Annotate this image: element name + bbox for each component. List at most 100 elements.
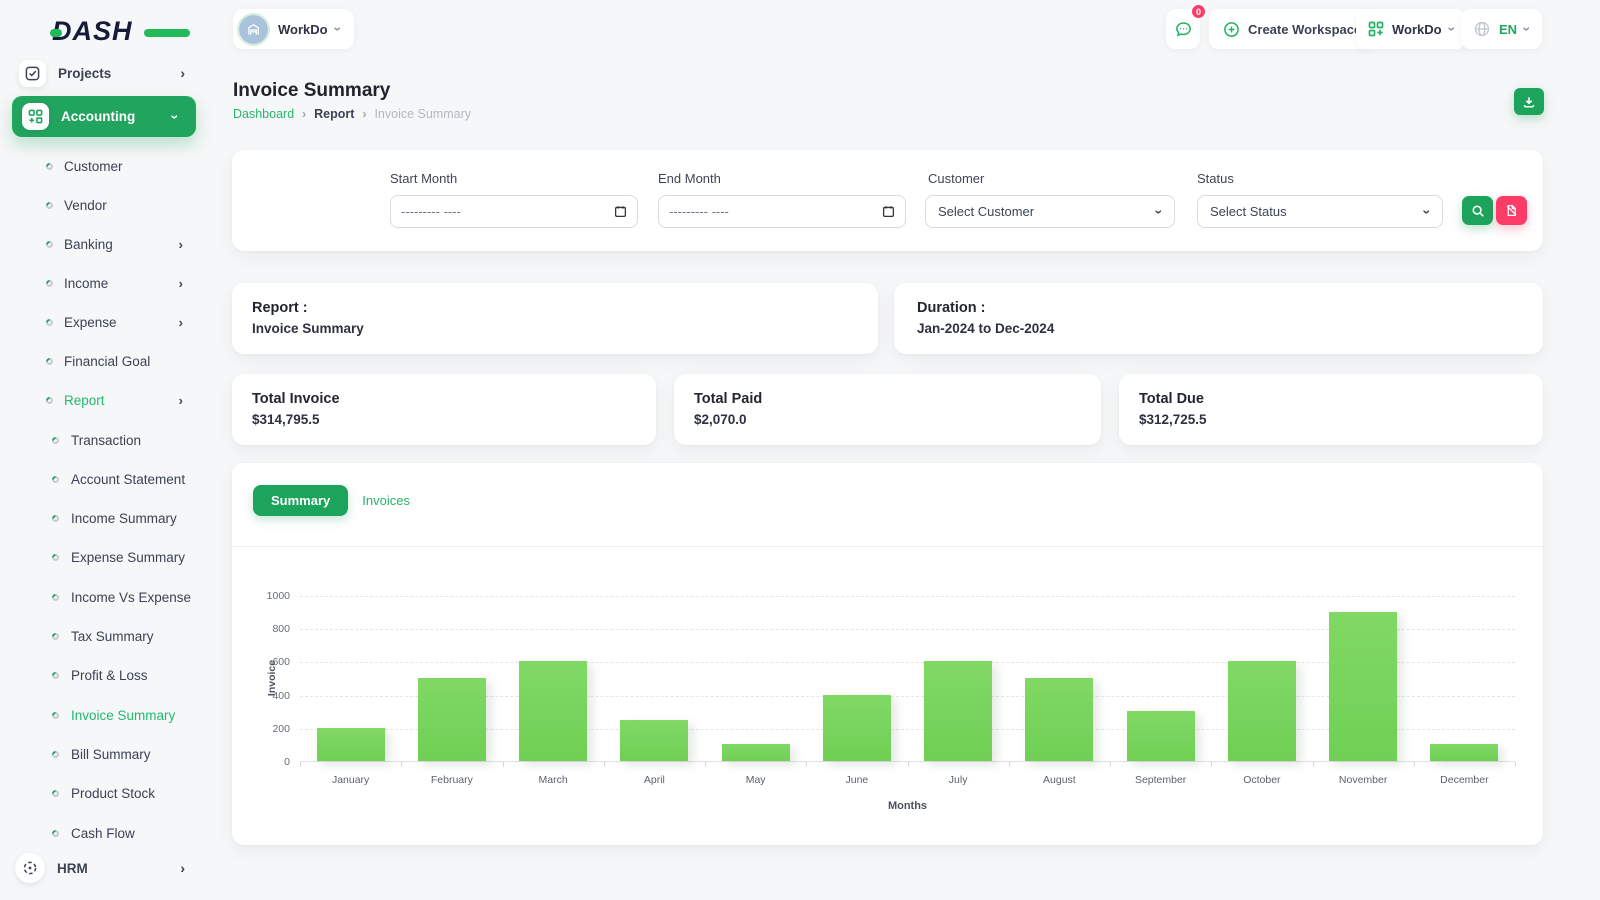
sidebar-item-customer[interactable]: Customer (0, 153, 207, 179)
download-icon (1522, 95, 1536, 109)
x-axis-tick (1008, 762, 1010, 767)
duration-value: Jan-2024 to Dec-2024 (917, 321, 1055, 336)
x-tick-label: July (948, 774, 968, 786)
end-month-input[interactable]: --------- ---- (658, 195, 906, 228)
workspace-name: WorkDo (278, 21, 328, 37)
stat-value: $312,725.5 (1139, 412, 1207, 427)
x-axis-tick (603, 762, 605, 767)
calendar-icon (614, 205, 627, 218)
bullet-icon (44, 161, 55, 171)
stat-card-total-invoice: Total Invoice $314,795.5 (232, 374, 656, 445)
download-button[interactable] (1514, 88, 1544, 115)
sidebar-item-transaction[interactable]: Transaction (0, 427, 207, 453)
x-tick-label: August (1043, 774, 1076, 786)
bullet-icon (44, 317, 55, 327)
bar-june (822, 694, 891, 761)
app-logo[interactable]: DASH (50, 16, 190, 50)
sidebar-item-label: Income Summary (71, 511, 177, 527)
sidebar-item-cash-flow[interactable]: Cash Flow (0, 820, 207, 846)
x-axis-tick (1515, 762, 1516, 767)
sidebar-item-income-vs-expense[interactable]: Income Vs Expense (0, 584, 207, 610)
sidebar-item-accounting[interactable]: Accounting › (12, 96, 196, 137)
sidebar-item-tax-summary[interactable]: Tax Summary (0, 624, 207, 650)
sidebar-item-bill-summary[interactable]: Bill Summary (0, 741, 207, 767)
tab-invoices[interactable]: Invoices (348, 485, 424, 516)
chevron-right-icon: › (180, 65, 185, 81)
sidebar-item-financial-goal[interactable]: Financial Goal (0, 348, 207, 374)
sidebar-item-invoice-summary[interactable]: Invoice Summary (0, 702, 207, 728)
sidebar-item-expense-summary[interactable]: Expense Summary (0, 545, 207, 571)
sidebar-item-expense[interactable]: Expense › (0, 309, 207, 335)
x-tick-label: October (1243, 774, 1281, 786)
x-axis-tick (907, 762, 909, 767)
breadcrumb-item-invoice-summary: Invoice Summary (374, 107, 471, 121)
sidebar-item-label: Financial Goal (64, 353, 151, 369)
breadcrumb-item-report[interactable]: Report (314, 107, 354, 121)
bullet-icon (44, 395, 55, 405)
x-axis-tick (300, 762, 301, 767)
workspace-menu-button[interactable]: WorkDo › (1356, 9, 1467, 49)
sidebar-item-label: Banking (64, 236, 113, 252)
start-month-label: Start Month (390, 171, 458, 186)
workspace-switcher[interactable]: WorkDo › (233, 9, 355, 49)
end-month-placeholder: --------- ---- (669, 204, 729, 219)
language-selector[interactable]: EN › (1461, 9, 1542, 49)
sidebar-item-income[interactable]: Income › (0, 270, 207, 296)
bullet-icon (50, 749, 61, 760)
stat-value: $314,795.5 (252, 412, 320, 427)
start-month-input[interactable]: --------- ---- (390, 195, 638, 228)
status-label: Status (1197, 171, 1234, 186)
sidebar-item-label: Profit & Loss (71, 668, 148, 684)
logo-accent-dot (50, 29, 62, 37)
messages-button[interactable]: 0 (1166, 3, 1207, 49)
customer-label: Customer (928, 171, 985, 186)
invoice-bar-chart: Invoice Months 0 200 400 600 800 1000 January F… (266, 590, 1516, 812)
workspace-menu-label: WorkDo (1392, 21, 1442, 37)
sidebar-item-report[interactable]: Report › (0, 387, 207, 413)
workspace-avatar-building-icon (237, 12, 270, 46)
sidebar-item-income-summary[interactable]: Income Summary (0, 506, 207, 532)
sidebar-item-label: Projects (58, 65, 112, 81)
chevron-down-icon: › (1443, 26, 1460, 32)
sidebar-item-banking[interactable]: Banking › (0, 231, 207, 257)
x-tick-label: May (745, 774, 766, 786)
checkbox-icon (19, 59, 46, 87)
status-select[interactable]: Select Status › (1197, 195, 1443, 228)
bullet-icon (50, 670, 61, 681)
bullet-icon (50, 435, 61, 445)
duration-info-card: Duration : Jan-2024 to Dec-2024 (894, 283, 1543, 354)
create-workspace-button[interactable]: Create Workspace (1209, 9, 1376, 49)
sidebar-item-hrm[interactable]: HRM › (0, 853, 207, 883)
x-axis-tick (1413, 762, 1415, 767)
customer-select[interactable]: Select Customer › (925, 195, 1175, 228)
y-tick-label: 600 (272, 656, 290, 669)
chat-icon (1174, 20, 1193, 39)
x-tick-label: June (845, 774, 869, 786)
breadcrumb-item-dashboard[interactable]: Dashboard (233, 107, 294, 121)
sidebar-item-projects[interactable]: Projects › (0, 58, 207, 88)
search-icon (1471, 204, 1485, 218)
bullet-icon (44, 239, 55, 249)
filter-panel: Start Month --------- ---- End Month ---… (232, 150, 1543, 251)
reset-filter-button[interactable] (1496, 196, 1527, 225)
sidebar-item-label: Income Vs Expense (71, 589, 192, 605)
stat-label: Total Invoice (252, 391, 340, 407)
sidebar-item-label: Bill Summary (71, 746, 151, 762)
x-tick-label: January (331, 774, 370, 786)
sidebar-item-label: Vendor (64, 197, 107, 213)
hrm-icon (15, 853, 45, 883)
page-title: Invoice Summary (233, 80, 391, 101)
chevron-down-icon: › (1519, 26, 1536, 32)
chevron-right-icon: › (178, 275, 183, 291)
tab-summary[interactable]: Summary (253, 485, 349, 516)
x-axis-tick (806, 762, 808, 767)
sidebar-item-vendor[interactable]: Vendor (0, 192, 207, 218)
y-tick-label: 400 (272, 689, 290, 702)
sidebar-item-label: Customer (64, 158, 123, 174)
apply-filter-button[interactable] (1462, 196, 1493, 225)
sidebar-item-account-statement[interactable]: Account Statement (0, 466, 207, 492)
globe-icon (1473, 20, 1491, 38)
sidebar-item-product-stock[interactable]: Product Stock (0, 781, 207, 807)
sidebar-item-profit-loss[interactable]: Profit & Loss (0, 663, 207, 689)
breadcrumb-separator: › (302, 107, 307, 121)
